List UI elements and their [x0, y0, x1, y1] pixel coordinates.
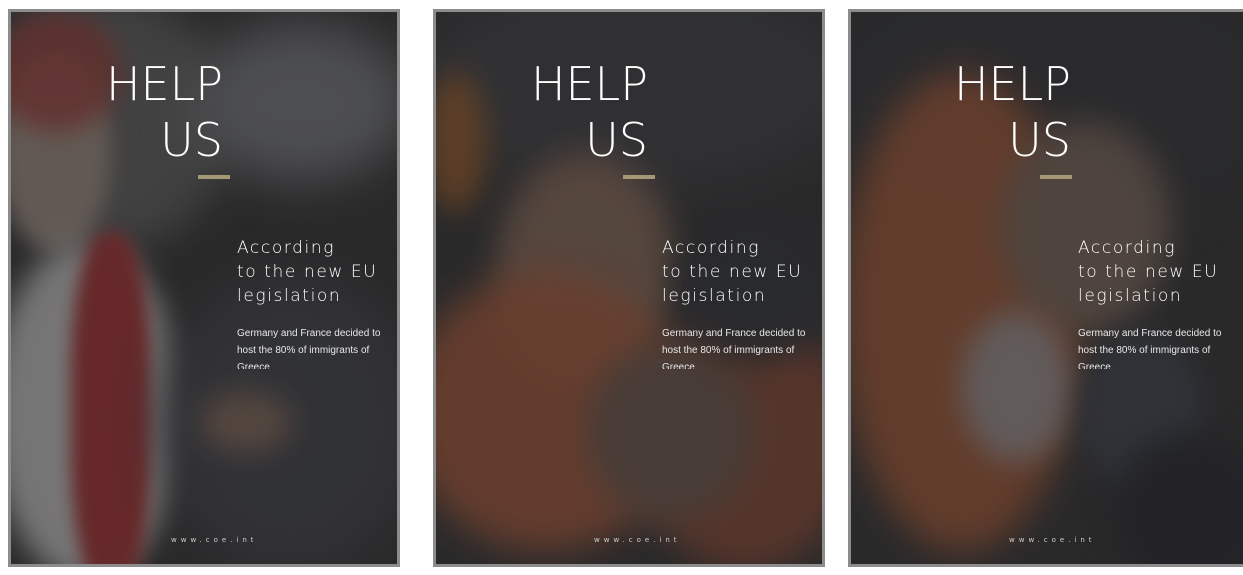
headline-line-2: US: [585, 113, 648, 167]
headline: HELP US: [531, 56, 648, 168]
subheading: According to the new EU legislation: [237, 236, 377, 308]
subheading-line-1: According: [1078, 238, 1177, 258]
poster-1: HELP US According to the new EU legislat…: [8, 9, 400, 567]
headline: HELP US: [106, 56, 223, 168]
subheading-line-1: According: [237, 238, 336, 258]
headline: HELP US: [954, 56, 1071, 168]
subheading-line-1: According: [662, 238, 761, 258]
headline-line-1: HELP: [105, 57, 223, 111]
subheading: According to the new EU legislation: [1078, 236, 1218, 308]
website-url: www.coe.int: [594, 536, 681, 544]
subheading-line-2: to the new EU: [237, 262, 378, 282]
subheading-line-2: to the new EU: [1078, 262, 1219, 282]
subheading-line-3: legislation: [237, 286, 342, 306]
headline-line-1: HELP: [530, 57, 648, 111]
subheading: According to the new EU legislation: [662, 236, 802, 308]
accent-bar: [198, 175, 230, 179]
accent-bar: [623, 175, 655, 179]
body-text: Germany and France decided to host the 8…: [1078, 328, 1222, 369]
body-text: Germany and France decided to host the 8…: [237, 328, 381, 369]
headline-line-1: HELP: [953, 57, 1071, 111]
headline-line-2: US: [1008, 113, 1071, 167]
subheading-line-3: legislation: [662, 286, 767, 306]
poster-3: HELP US According to the new EU legislat…: [848, 9, 1243, 567]
subheading-line-2: to the new EU: [662, 262, 803, 282]
website-url: www.coe.int: [1009, 536, 1096, 544]
subheading-line-3: legislation: [1078, 286, 1183, 306]
website-url: www.coe.int: [171, 536, 258, 544]
poster-2: HELP US According to the new EU legislat…: [433, 9, 825, 567]
body-text: Germany and France decided to host the 8…: [662, 328, 806, 369]
headline-line-2: US: [160, 113, 223, 167]
accent-bar: [1040, 175, 1072, 179]
